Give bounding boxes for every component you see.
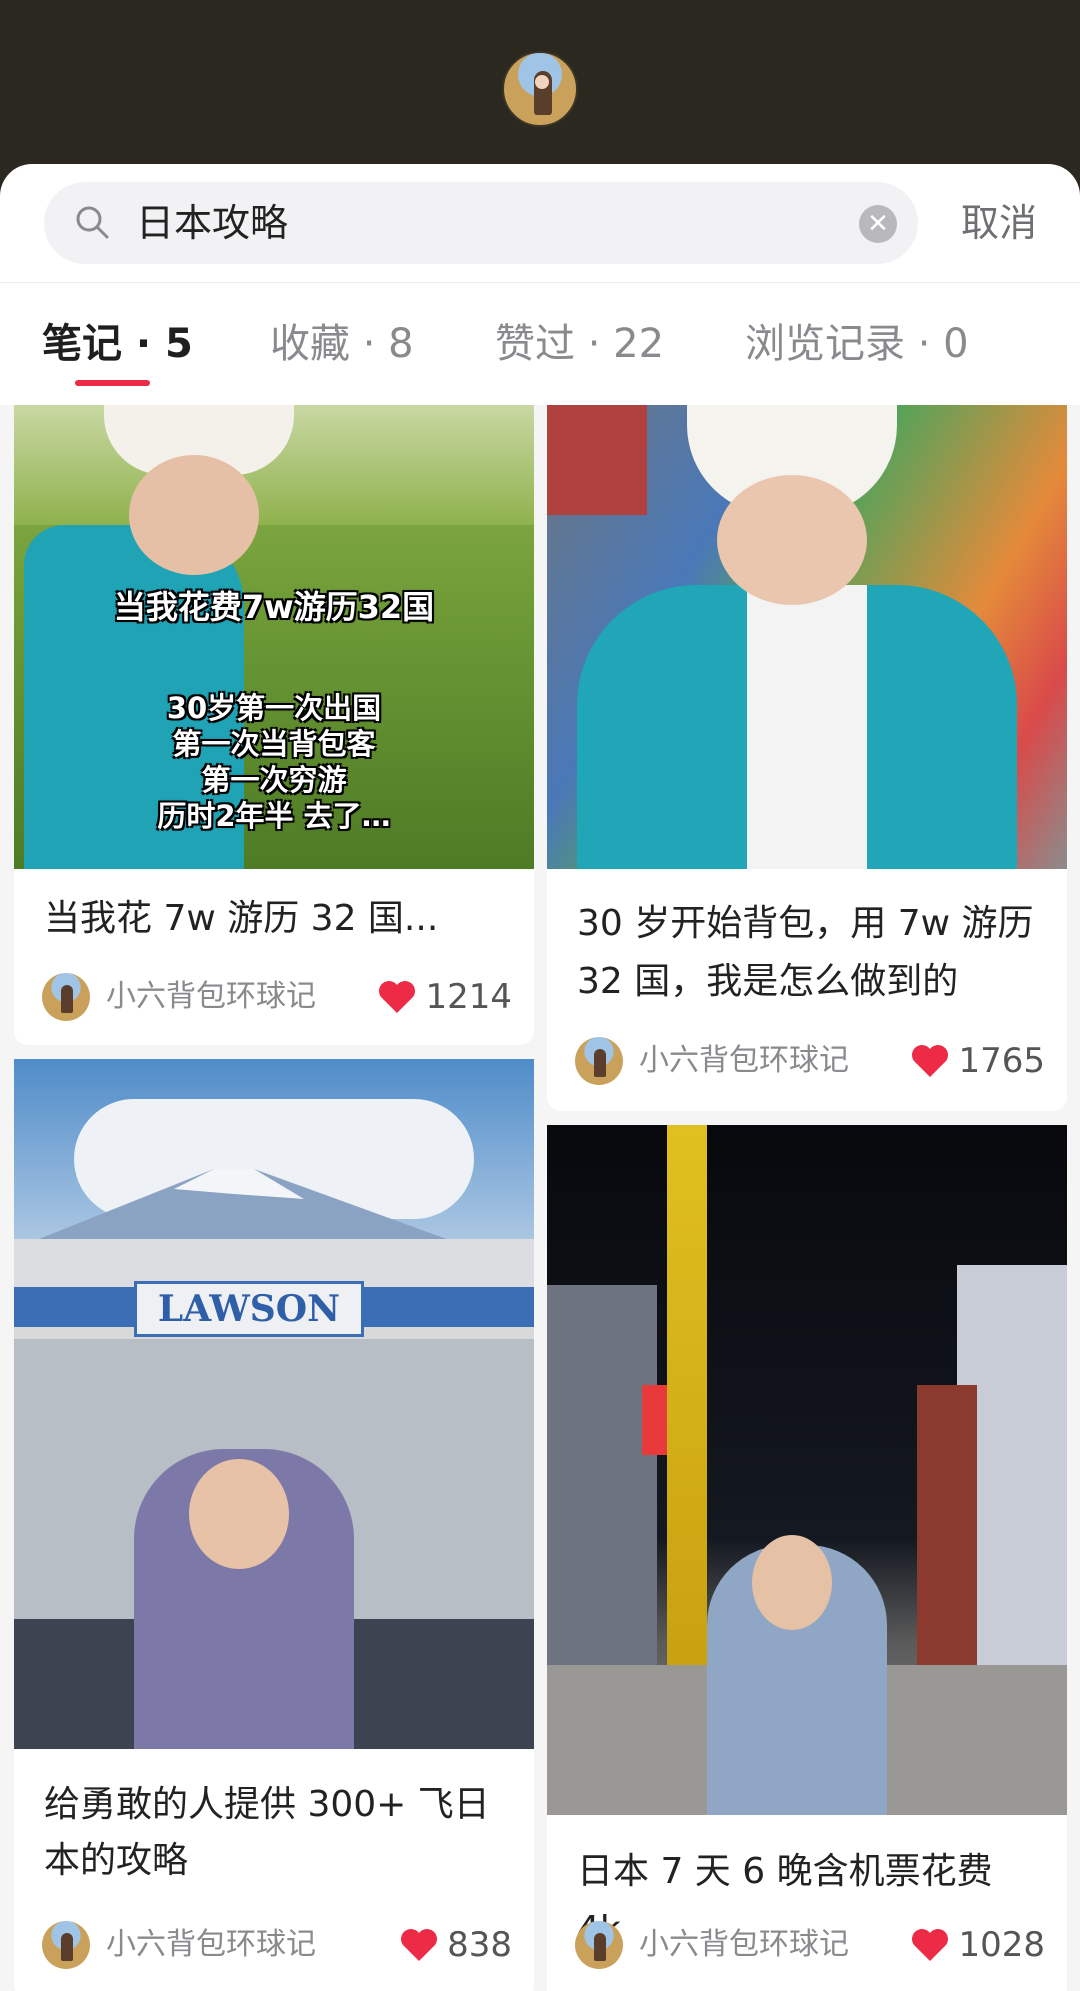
author-name[interactable]: 小六背包环球记 (106, 977, 316, 1017)
like-count: 1028 (958, 1925, 1045, 1965)
note-cover-image: LAWSON (14, 1059, 534, 1749)
cover-bench (547, 405, 647, 515)
heart-icon (912, 1929, 949, 1961)
note-card[interactable]: LAWSON 给勇敢的人提供 300+ 飞日本的攻略 小六背包环球记 838 (14, 1059, 534, 1991)
note-meta: 小六背包环球记 1214 (42, 973, 512, 1023)
search-icon (76, 206, 109, 239)
cover-line: 第一次当背包客 (172, 727, 376, 761)
heart-icon (401, 1929, 438, 1961)
cancel-button[interactable]: 取消 (961, 198, 1037, 248)
cover-line: 30岁第一次出国 (166, 691, 382, 725)
profile-avatar[interactable] (502, 51, 578, 127)
note-card[interactable]: 当我花费7w游历32国 30岁第一次出国 第一次当背包客 第一次穷游 历时2年半… (14, 405, 534, 1045)
note-cover-image: 当我花费7w游历32国 30岁第一次出国 第一次当背包客 第一次穷游 历时2年半… (14, 405, 534, 869)
tab-liked[interactable]: 赞过 · 22 (495, 314, 664, 374)
note-title: 当我花 7w 游历 32 国... (44, 898, 439, 939)
search-input[interactable]: 日本攻略 (136, 198, 288, 248)
like-button[interactable]: 1765 (910, 1037, 1045, 1085)
author-avatar[interactable] (42, 1921, 90, 1969)
note-card[interactable]: 30 岁开始背包，用 7w 游历 32 国，我是怎么做到的 小六背包环球记 17… (547, 405, 1067, 1111)
cover-face (717, 475, 867, 605)
cover-face (752, 1535, 832, 1630)
cover-building (917, 1385, 977, 1665)
like-button[interactable]: 1028 (910, 1921, 1045, 1969)
cover-store-sign: LAWSON (134, 1281, 364, 1337)
tab-bar: 笔记 · 5 收藏 · 8 赞过 · 22 浏览记录 · 0 (0, 314, 1080, 404)
clear-icon[interactable]: ✕ (859, 205, 897, 243)
cover-scarf (747, 585, 867, 869)
note-meta: 小六背包环球记 838 (42, 1921, 512, 1971)
heart-icon (912, 1045, 949, 1077)
author-avatar[interactable] (575, 1921, 623, 1969)
like-count: 1214 (425, 977, 512, 1017)
note-cover-image (547, 405, 1067, 869)
cover-line: 历时2年半 去了… (157, 799, 391, 833)
tab-indicator (75, 380, 150, 386)
cover-face (129, 455, 259, 575)
note-title: 30 岁开始背包，用 7w 游历 32 国，我是怎么做到的 (577, 903, 1034, 1002)
cover-neon-sign (642, 1385, 667, 1455)
like-count: 838 (447, 1925, 512, 1965)
avatar-face (535, 75, 549, 89)
divider (0, 282, 1080, 283)
author-name[interactable]: 小六背包环球记 (639, 1041, 849, 1081)
note-title: 给勇敢的人提供 300+ 飞日本的攻略 (44, 1784, 490, 1881)
cover-building (547, 1285, 657, 1665)
note-meta: 小六背包环球记 1028 (575, 1921, 1045, 1971)
notes-feed: 当我花费7w游历32国 30岁第一次出国 第一次当背包客 第一次穷游 历时2年半… (0, 405, 1080, 1991)
author-avatar[interactable] (42, 973, 90, 1021)
note-cover-image (547, 1125, 1067, 1815)
tab-history[interactable]: 浏览记录 · 0 (745, 314, 969, 374)
like-button[interactable]: 838 (399, 1921, 512, 1969)
top-header (0, 0, 1080, 166)
heart-icon (379, 981, 416, 1013)
note-meta: 小六背包环球记 1765 (575, 1037, 1045, 1087)
author-name[interactable]: 小六背包环球记 (106, 1925, 316, 1965)
cover-mountain (14, 1169, 474, 1249)
cover-face (189, 1459, 289, 1569)
tab-notes[interactable]: 笔记 · 5 (42, 314, 193, 374)
like-button[interactable]: 1214 (377, 973, 512, 1021)
like-count: 1765 (958, 1041, 1045, 1081)
author-name[interactable]: 小六背包环球记 (639, 1925, 849, 1965)
cover-headline: 当我花费7w游历32国 (113, 588, 435, 626)
cover-line: 第一次穷游 (201, 763, 347, 797)
author-avatar[interactable] (575, 1037, 623, 1085)
search-sheet: 日本攻略 ✕ 取消 笔记 · 5 收藏 · 8 赞过 · 22 浏览记录 · 0… (0, 164, 1080, 1991)
search-bar[interactable]: 日本攻略 ✕ (44, 182, 918, 264)
tab-favorites[interactable]: 收藏 · 8 (270, 314, 414, 374)
cover-ferris-tower (667, 1125, 707, 1685)
note-card[interactable]: 日本 7 天 6 晚含机票花费 4k 小六背包环球记 1028 (547, 1125, 1067, 1991)
